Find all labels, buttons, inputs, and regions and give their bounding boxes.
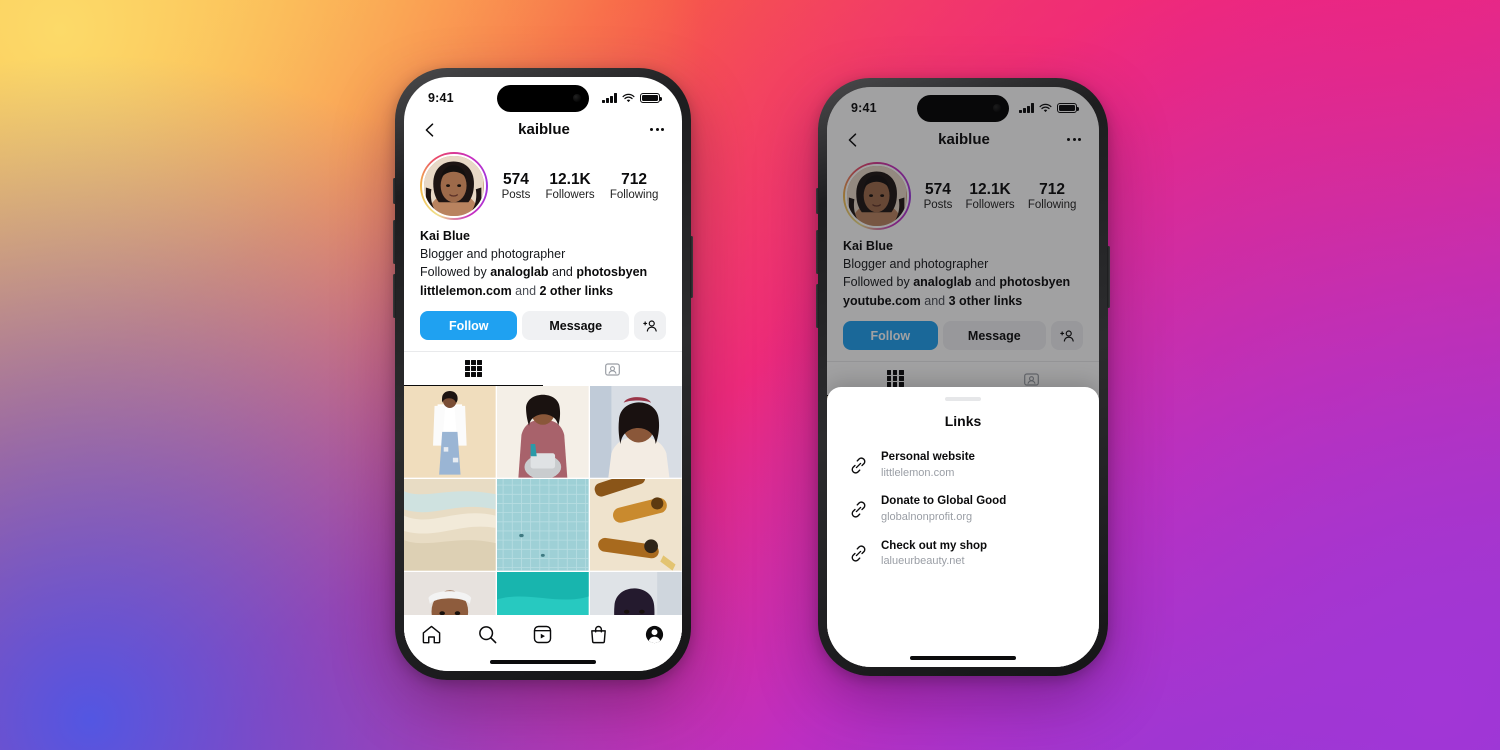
volume-up-button[interactable] xyxy=(816,230,819,274)
link-title: Check out my shop xyxy=(881,539,988,552)
link-chain-icon xyxy=(851,545,866,562)
volume-down-button[interactable] xyxy=(816,284,819,328)
power-button[interactable] xyxy=(690,236,693,298)
bio-links-conjunction: and xyxy=(511,284,540,299)
bio-followed-by: Followed by analoglab and photosbyen xyxy=(420,264,666,282)
mutual-follower-1[interactable]: analoglab xyxy=(490,265,548,279)
cellular-bars-icon xyxy=(602,93,617,103)
shop-bag-icon[interactable] xyxy=(588,624,609,645)
mute-switch[interactable] xyxy=(816,188,819,214)
grid-icon xyxy=(465,360,482,377)
link-text-block: Check out my shop lalueurbeauty.net xyxy=(881,539,987,569)
wifi-icon xyxy=(622,93,635,102)
list-item[interactable]: Personal website littlelemon.com xyxy=(827,443,1099,487)
chevron-left-icon[interactable] xyxy=(422,122,438,138)
bio-primary-link[interactable]: littlelemon.com xyxy=(420,284,512,298)
mutual-follower-2[interactable]: photosbyen xyxy=(576,265,647,279)
link-url: lalueurbeauty.net xyxy=(881,555,965,568)
profile-circle-icon[interactable] xyxy=(644,624,665,645)
home-indicator xyxy=(490,659,596,664)
grid-photo[interactable] xyxy=(404,386,496,478)
sheet-grabber[interactable] xyxy=(945,397,981,401)
tab-tagged[interactable] xyxy=(543,352,682,386)
link-text-block: Donate to Global Good globalnonprofit.or… xyxy=(881,494,1006,524)
link-url: littlelemon.com xyxy=(881,466,955,479)
battery-icon xyxy=(640,93,663,103)
message-button[interactable]: Message xyxy=(522,311,629,340)
status-bar-left: 9:41 xyxy=(404,77,682,119)
add-person-button[interactable] xyxy=(634,311,666,340)
dynamic-island xyxy=(497,85,589,112)
profile-actions-left: Follow Message xyxy=(404,301,682,340)
link-title: Donate to Global Good xyxy=(881,495,1007,508)
power-button[interactable] xyxy=(1107,246,1110,308)
stat-value: 712 xyxy=(621,170,648,188)
photo-outfit xyxy=(404,386,496,478)
avatar[interactable] xyxy=(422,154,486,218)
stat-value: 574 xyxy=(503,170,529,188)
home-icon[interactable] xyxy=(421,624,442,645)
link-chain-icon xyxy=(851,457,866,474)
links-bottom-sheet: Links Personal website littlelemon.com D… xyxy=(827,387,1099,667)
list-item[interactable]: Donate to Global Good globalnonprofit.or… xyxy=(827,487,1099,531)
reels-icon[interactable] xyxy=(532,624,553,645)
status-clock: 9:41 xyxy=(428,91,454,105)
photo-sand-texture xyxy=(404,479,496,571)
volume-down-button[interactable] xyxy=(393,274,396,318)
grid-photo[interactable] xyxy=(404,479,496,571)
add-person-icon xyxy=(642,319,657,332)
list-item[interactable]: Check out my shop lalueurbeauty.net xyxy=(827,532,1099,576)
ellipsis-icon[interactable] xyxy=(650,128,664,131)
phone-left: 9:41 kaiblue 574 Posts 12.1K Followers 7… xyxy=(393,68,693,680)
sheet-title: Links xyxy=(944,413,982,429)
photo-portrait xyxy=(590,386,682,478)
profile-tabs-left xyxy=(404,351,682,386)
link-title: Personal website xyxy=(881,451,975,463)
link-url: globalnonprofit.org xyxy=(881,510,973,523)
page-title: kaiblue xyxy=(518,121,570,138)
tab-grid[interactable] xyxy=(404,352,543,386)
profile-bio-left: Kai Blue Blogger and photographer Follow… xyxy=(404,220,682,301)
photo-pool-aerial xyxy=(497,479,589,571)
stat-followers[interactable]: 12.1K Followers xyxy=(545,171,594,202)
grid-photo[interactable] xyxy=(590,479,682,571)
tagged-person-icon xyxy=(605,362,620,376)
grid-photo[interactable] xyxy=(497,479,589,571)
stat-posts[interactable]: 574 Posts xyxy=(502,171,531,202)
bio-links-line[interactable]: littlelemon.com and 2 other links xyxy=(420,283,666,301)
nav-bar-left: kaiblue xyxy=(404,119,682,146)
avatar-portrait xyxy=(424,156,484,216)
link-chain-icon xyxy=(851,501,866,518)
photo-oil-bottles xyxy=(590,479,682,571)
status-icons xyxy=(602,93,663,104)
mute-switch[interactable] xyxy=(393,178,396,204)
phone-right: 9:41 kaiblue 574 Posts 12.1K Followers 7… xyxy=(816,78,1110,676)
grid-photo[interactable] xyxy=(497,386,589,478)
stat-value: 12.1K xyxy=(549,170,591,188)
followed-by-prefix: Followed by xyxy=(420,264,491,279)
search-icon[interactable] xyxy=(477,624,498,645)
avatar-story-ring[interactable] xyxy=(420,152,488,220)
link-text-block: Personal website littlelemon.com xyxy=(881,450,975,480)
follow-button[interactable]: Follow xyxy=(420,311,518,340)
followed-by-conjunction: and xyxy=(548,264,577,279)
bio-other-links[interactable]: 2 other links xyxy=(540,284,614,298)
photo-cooking xyxy=(497,386,589,478)
stat-label: Followers xyxy=(545,189,595,202)
screen-left: 9:41 kaiblue 574 Posts 12.1K Followers 7… xyxy=(404,77,682,671)
stat-label: Following xyxy=(609,189,659,202)
stat-label: Posts xyxy=(501,189,531,202)
stat-following[interactable]: 712 Following xyxy=(610,171,659,202)
profile-header-left: 574 Posts 12.1K Followers 712 Following xyxy=(404,146,682,220)
volume-up-button[interactable] xyxy=(393,220,396,264)
bio-description: Blogger and photographer xyxy=(420,246,566,261)
profile-stats: 574 Posts 12.1K Followers 712 Following xyxy=(488,171,666,202)
home-indicator xyxy=(910,655,1016,660)
bio-display-name: Kai Blue xyxy=(420,229,471,243)
screen-right: 9:41 kaiblue 574 Posts 12.1K Followers 7… xyxy=(827,87,1099,667)
grid-photo[interactable] xyxy=(590,386,682,478)
